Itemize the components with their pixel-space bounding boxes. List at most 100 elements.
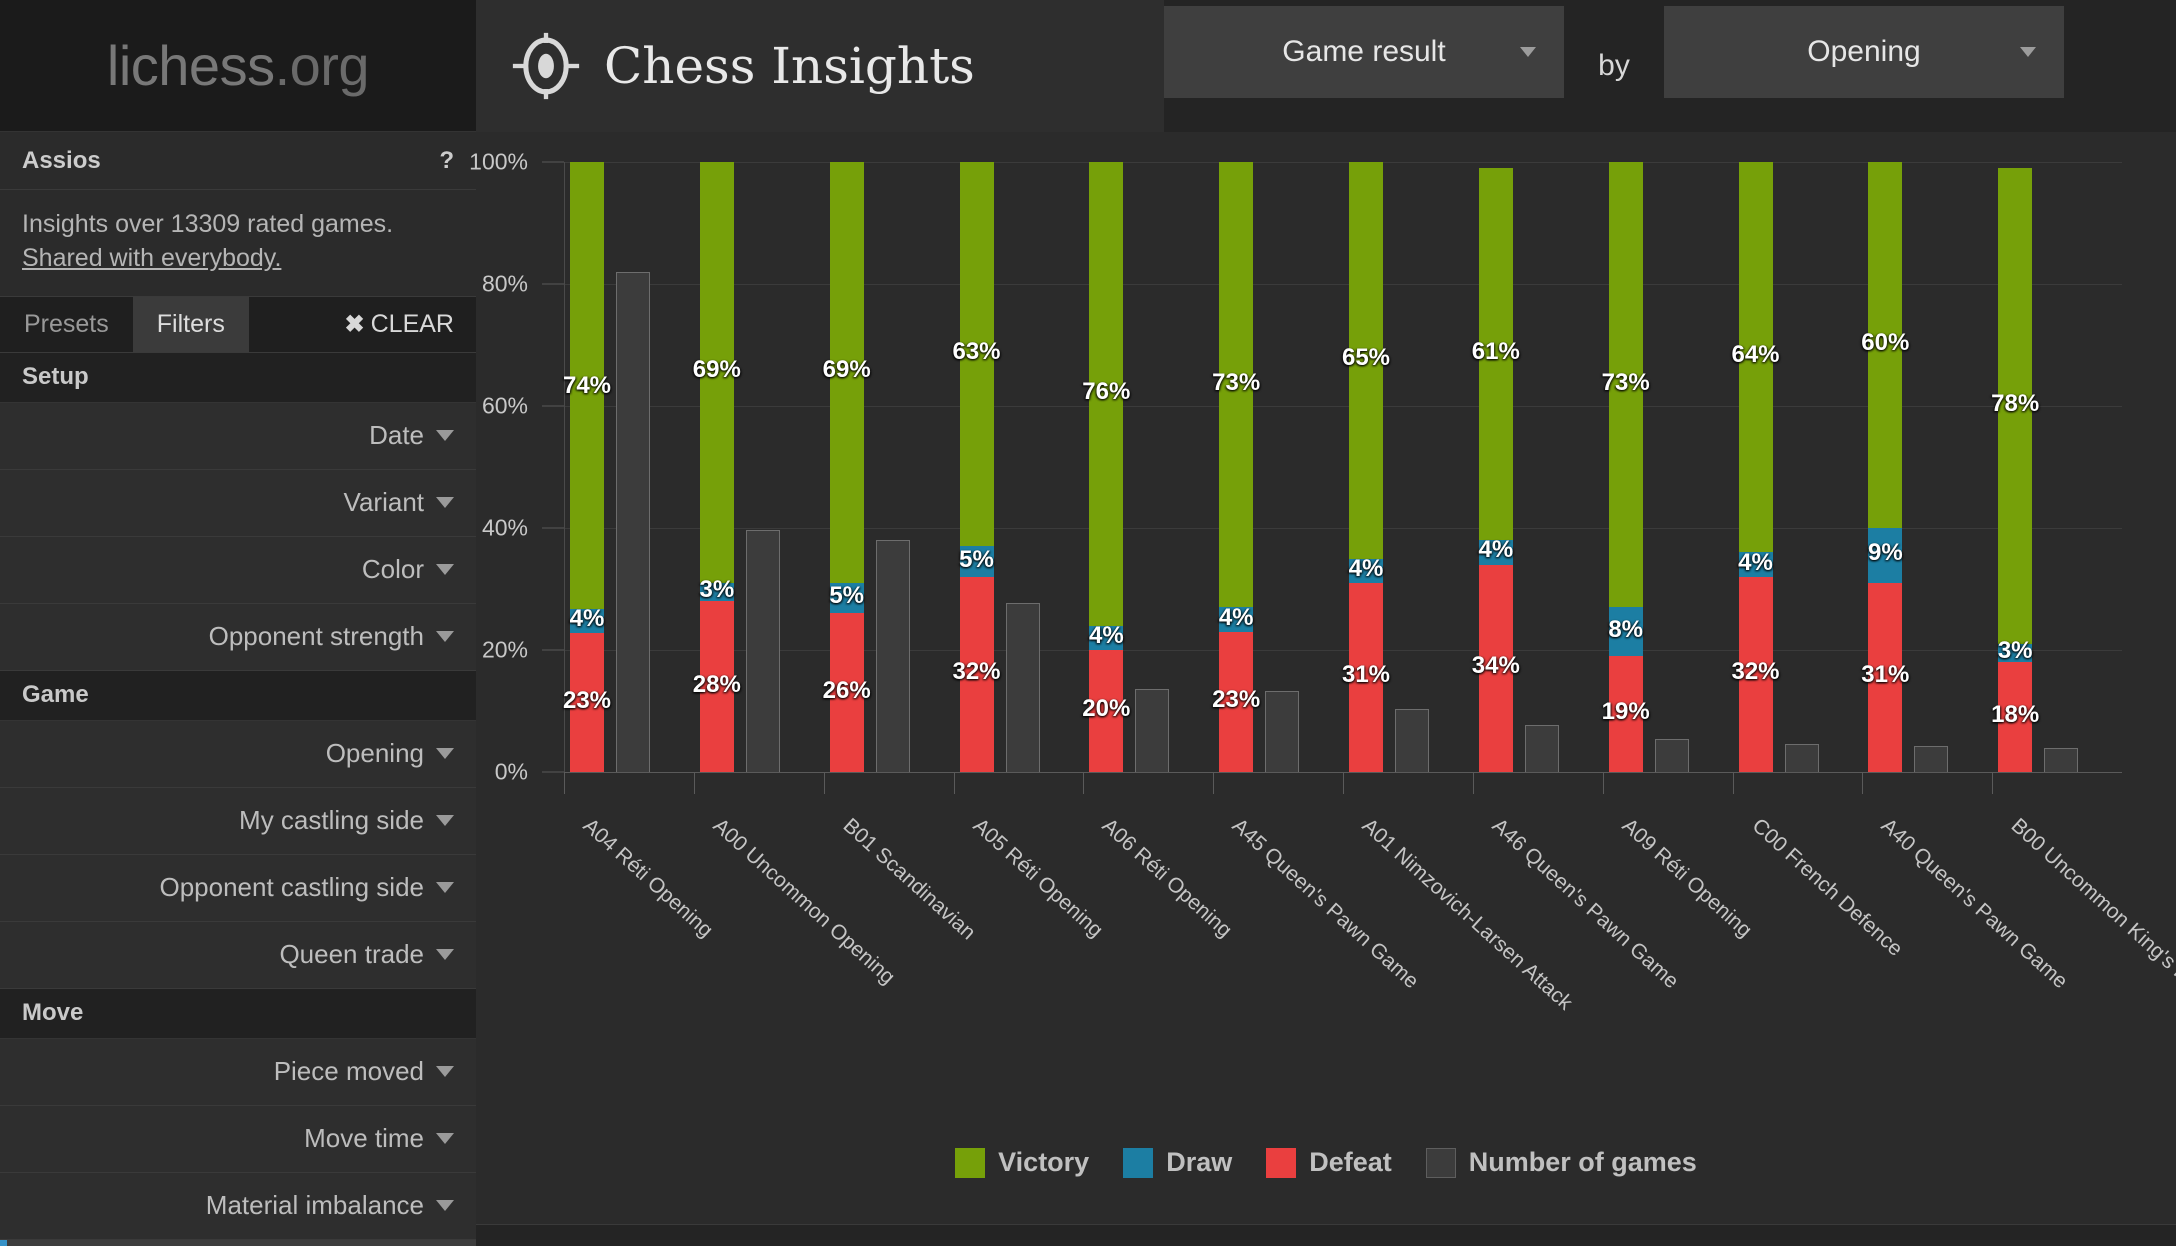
chart-category-group[interactable]: 61% 4% 34% A46 Queen's Pawn Game <box>1472 162 1683 993</box>
stacked-percentage-bar[interactable]: 74% 4% 23% <box>563 162 611 772</box>
filter-item-move-time[interactable]: Move time <box>0 1105 476 1173</box>
chart-category-group[interactable]: 73% 8% 19% A09 Réti Opening <box>1602 162 1756 942</box>
stacked-percentage-bar[interactable]: 65% 4% 31% <box>1342 162 1390 772</box>
stacked-percentage-bar[interactable]: 60% 9% 31% <box>1861 162 1909 772</box>
filter-item-opening-game[interactable]: Opening <box>0 720 476 788</box>
stacked-percentage-bar[interactable]: 61% 4% 34% <box>1472 162 1520 772</box>
defeat-segment[interactable]: 26% <box>823 613 871 772</box>
games-count-bar[interactable] <box>2044 747 2079 772</box>
defeat-segment[interactable]: 32% <box>1731 576 1780 772</box>
chart-category-group[interactable]: 73% 4% 23% A45 Queen's Pawn Game <box>1212 162 1423 993</box>
stacked-percentage-bar[interactable]: 63% 5% 32% <box>952 162 1001 772</box>
y-axis-left-tick-label: 40% <box>481 514 528 541</box>
stacked-percentage-bar[interactable]: 76% 4% 20% <box>1082 162 1130 772</box>
legend-item[interactable]: Defeat <box>1266 1147 1392 1178</box>
chart-category-group[interactable]: 60% 9% 31% A40 Queen's Pawn Game <box>1861 162 2072 993</box>
games-count-bar[interactable] <box>616 271 650 772</box>
victory-segment[interactable]: 63% <box>952 162 1001 547</box>
stacked-percentage-bar[interactable]: 73% 8% 19% <box>1602 162 1650 772</box>
games-count-bar[interactable] <box>1784 743 1819 772</box>
legend-item[interactable]: Draw <box>1123 1147 1232 1178</box>
draw-segment[interactable]: 4% <box>1738 549 1773 577</box>
victory-segment[interactable]: 73% <box>1602 162 1650 608</box>
draw-segment[interactable]: 4% <box>570 605 604 634</box>
filter-item-piece-moved[interactable]: Piece moved <box>0 1038 476 1106</box>
legend-item[interactable]: Victory <box>955 1147 1089 1178</box>
filter-item-material-imbalance[interactable]: Material imbalance <box>0 1172 476 1240</box>
filter-item-date[interactable]: Date <box>0 402 476 470</box>
draw-segment[interactable]: 4% <box>1349 555 1383 583</box>
games-count-bar[interactable] <box>745 530 780 772</box>
chart-category-group[interactable]: 74% 4% 23% A04 Réti Opening <box>563 162 717 942</box>
sharing-link[interactable]: Shared with everybody. <box>22 242 454 276</box>
victory-segment[interactable]: 64% <box>1731 162 1780 553</box>
games-count-bar[interactable] <box>1135 688 1170 772</box>
victory-segment[interactable]: 78% <box>1991 168 2039 644</box>
chart-category-group[interactable]: 69% 3% 28% A00 Uncommon Opening <box>693 162 899 989</box>
defeat-segment[interactable]: 31% <box>1861 582 1909 772</box>
draw-segment[interactable]: 4% <box>1478 536 1513 565</box>
victory-segment[interactable]: 61% <box>1472 168 1520 541</box>
draw-segment[interactable]: 5% <box>959 546 994 577</box>
defeat-segment[interactable]: 19% <box>1602 656 1650 772</box>
games-count-bar[interactable] <box>1654 739 1689 772</box>
stacked-percentage-bar[interactable]: 64% 4% 32% <box>1731 162 1780 772</box>
help-icon[interactable]: ? <box>439 147 454 175</box>
defeat-segment[interactable]: 34% <box>1472 564 1520 772</box>
filter-item-queen-trade[interactable]: Queen trade <box>0 921 476 989</box>
defeat-segment[interactable]: 31% <box>1342 582 1390 772</box>
games-count-bar[interactable] <box>1914 745 1949 772</box>
draw-segment[interactable]: 9% <box>1868 528 1903 583</box>
tab-filters[interactable]: Filters <box>132 296 249 352</box>
stacked-percentage-bar[interactable]: 69% 3% 28% <box>693 162 741 772</box>
draw-segment[interactable]: 4% <box>1219 604 1254 632</box>
chevron-down-icon <box>2020 47 2036 57</box>
filter-item-opponent-castling-side[interactable]: Opponent castling side <box>0 854 476 922</box>
legend-item[interactable]: Number of games <box>1425 1147 1697 1178</box>
filter-item-color[interactable]: Color <box>0 536 476 604</box>
chart-category-group[interactable]: 64% 4% 32% C00 French Defence <box>1731 162 1907 961</box>
section-header-game: Game <box>0 670 476 721</box>
dimension-dropdown[interactable]: Opening <box>1664 6 2064 98</box>
games-count-bar[interactable] <box>1265 690 1300 772</box>
clear-filters-button[interactable]: ✖ CLEAR <box>323 297 476 352</box>
defeat-segment[interactable]: 28% <box>693 601 741 772</box>
stacked-percentage-bar[interactable]: 73% 4% 23% <box>1212 162 1260 772</box>
stacked-percentage-bar[interactable]: 78% 3% 18% <box>1991 162 2039 772</box>
draw-segment[interactable]: 3% <box>699 576 734 603</box>
victory-segment[interactable]: 69% <box>823 162 871 583</box>
username[interactable]: Assios <box>22 147 101 175</box>
draw-segment[interactable]: 4% <box>1089 622 1124 650</box>
filter-item-my-castling-side[interactable]: My castling side <box>0 787 476 855</box>
filter-item-variant[interactable]: Variant <box>0 469 476 537</box>
chart-category-group[interactable]: 78%3%18%B00 Uncommon King's Pawn Opening <box>1991 162 2176 1070</box>
chart-category-group[interactable]: 69% 5% 26% B01 Scandinavian <box>823 162 979 944</box>
filter-item-opening-move[interactable]: Opening <box>0 1239 476 1246</box>
draw-segment[interactable]: 3% <box>1998 637 2033 664</box>
games-count-bar[interactable] <box>875 540 910 772</box>
defeat-segment[interactable]: 23% <box>1212 631 1260 772</box>
metric-dropdown[interactable]: Game result <box>1164 6 1564 98</box>
chart-category-group[interactable]: 63% 5% 32% A05 Réti Opening <box>952 162 1107 942</box>
stacked-percentage-bar[interactable]: 69% 5% 26% <box>823 162 871 772</box>
defeat-segment[interactable]: 20% <box>1082 650 1130 772</box>
filter-item-opponent-strength[interactable]: Opponent strength <box>0 603 476 671</box>
draw-segment[interactable]: 8% <box>1608 607 1643 657</box>
games-count-bar[interactable] <box>1524 725 1559 772</box>
tab-presets[interactable]: Presets <box>0 297 133 352</box>
victory-segment[interactable]: 73% <box>1212 162 1260 608</box>
victory-segment[interactable]: 65% <box>1342 162 1390 559</box>
defeat-segment[interactable]: 32% <box>952 576 1001 772</box>
games-count-bar[interactable] <box>1395 708 1429 772</box>
defeat-segment[interactable]: 23% <box>563 633 611 772</box>
victory-segment[interactable]: 74% <box>563 162 611 609</box>
draw-segment[interactable]: 5% <box>829 582 864 614</box>
chart-category-group[interactable]: 65% 4% 31% A01 Nimzovich-Larsen Attack <box>1342 162 1577 1015</box>
defeat-segment[interactable]: 18% <box>1991 662 2039 772</box>
victory-segment[interactable]: 69% <box>693 162 741 583</box>
victory-segment[interactable]: 76% <box>1082 162 1130 626</box>
chart-category-group[interactable]: 76% 4% 20% A06 Réti Opening <box>1082 162 1237 942</box>
victory-segment[interactable]: 60% <box>1861 162 1909 529</box>
site-logo[interactable]: lichess.org <box>0 0 476 132</box>
games-count-bar[interactable] <box>1005 603 1040 772</box>
